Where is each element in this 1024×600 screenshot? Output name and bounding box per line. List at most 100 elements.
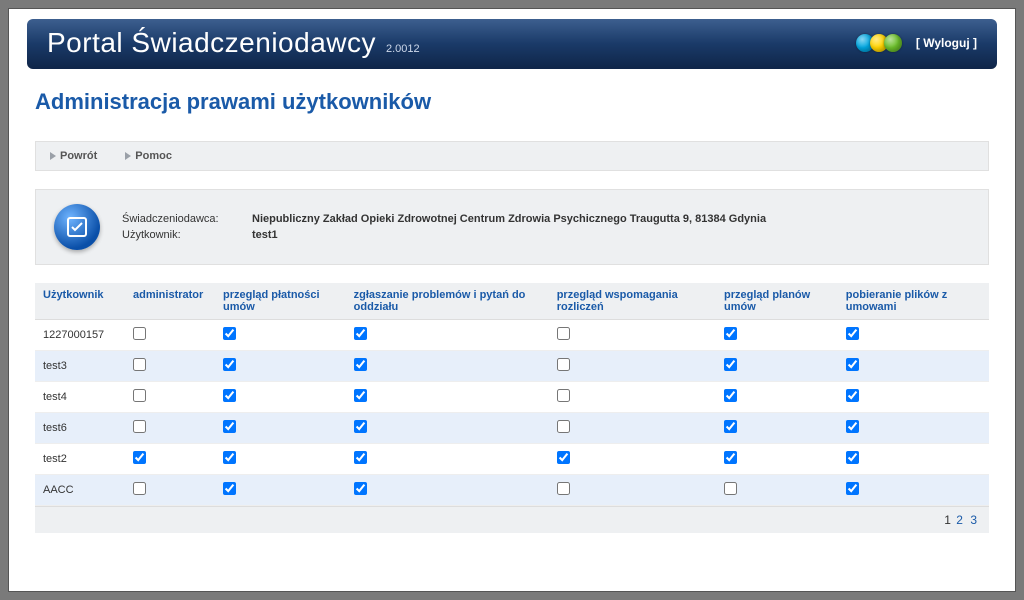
permission-checkbox[interactable]: [354, 482, 367, 495]
table-row: AACC: [35, 475, 989, 506]
user-value: test1: [252, 229, 766, 241]
permission-checkbox[interactable]: [557, 482, 570, 495]
permission-checkbox[interactable]: [223, 451, 236, 464]
cell-check: [838, 320, 989, 351]
permission-checkbox[interactable]: [133, 482, 146, 495]
header-bar: Portal Świadczeniodawcy 2.0012 [ Wyloguj…: [27, 19, 997, 69]
cell-check: [716, 444, 838, 475]
cell-check: [549, 475, 716, 506]
permission-checkbox[interactable]: [724, 482, 737, 495]
pager: 1 2 3: [35, 506, 989, 533]
cell-check: [549, 351, 716, 382]
app-version: 2.0012: [386, 43, 420, 55]
cell-check: [215, 413, 346, 444]
logo-orbs: [860, 34, 902, 52]
permission-checkbox[interactable]: [557, 389, 570, 402]
app-title: Portal Świadczeniodawcy: [47, 27, 376, 59]
cell-check: [125, 320, 215, 351]
table-row: 1227000157: [35, 320, 989, 351]
permission-checkbox[interactable]: [846, 327, 859, 340]
permission-checkbox[interactable]: [724, 389, 737, 402]
cell-check: [215, 351, 346, 382]
permission-checkbox[interactable]: [223, 358, 236, 371]
permission-checkbox[interactable]: [846, 389, 859, 402]
cell-user: AACC: [35, 475, 125, 506]
permission-checkbox[interactable]: [133, 451, 146, 464]
col-header: przegląd planów umów: [716, 283, 838, 320]
permission-checkbox[interactable]: [354, 358, 367, 371]
permission-checkbox[interactable]: [133, 389, 146, 402]
col-header: zgłaszanie problemów i pytań do oddziału: [346, 283, 549, 320]
table-body: 1227000157test3test4test6test2AACC: [35, 320, 989, 506]
cell-check: [125, 475, 215, 506]
table-row: test6: [35, 413, 989, 444]
cell-check: [716, 351, 838, 382]
cell-check: [716, 413, 838, 444]
permission-checkbox[interactable]: [846, 482, 859, 495]
page-link-3[interactable]: 3: [968, 513, 979, 527]
cell-check: [346, 444, 549, 475]
provider-value: Niepubliczny Zakład Opieki Zdrowotnej Ce…: [252, 213, 766, 225]
permission-checkbox[interactable]: [223, 420, 236, 433]
permission-checkbox[interactable]: [133, 327, 146, 340]
info-panel: Świadczeniodawca: Niepubliczny Zakład Op…: [35, 189, 989, 265]
permission-checkbox[interactable]: [846, 451, 859, 464]
permission-checkbox[interactable]: [557, 327, 570, 340]
permission-checkbox[interactable]: [724, 451, 737, 464]
back-link[interactable]: Powrót: [50, 150, 97, 162]
cell-check: [549, 444, 716, 475]
logout-link[interactable]: [ Wyloguj ]: [916, 36, 977, 50]
permission-checkbox[interactable]: [724, 327, 737, 340]
permission-checkbox[interactable]: [223, 482, 236, 495]
cell-check: [838, 351, 989, 382]
cell-check: [125, 382, 215, 413]
provider-label: Świadczeniodawca:: [122, 213, 252, 225]
cell-user: test4: [35, 382, 125, 413]
cell-check: [716, 382, 838, 413]
user-label: Użytkownik:: [122, 229, 252, 241]
cell-check: [215, 444, 346, 475]
table-row: test2: [35, 444, 989, 475]
cell-check: [125, 444, 215, 475]
info-grid: Świadczeniodawca: Niepubliczny Zakład Op…: [122, 213, 766, 241]
permission-checkbox[interactable]: [354, 389, 367, 402]
page-current: 1: [944, 513, 951, 527]
col-header: przegląd płatności umów: [215, 283, 346, 320]
permission-checkbox[interactable]: [354, 327, 367, 340]
permission-checkbox[interactable]: [223, 389, 236, 402]
help-link[interactable]: Pomoc: [125, 150, 172, 162]
page-title: Administracja prawami użytkowników: [35, 89, 989, 115]
cell-check: [838, 444, 989, 475]
cell-check: [346, 351, 549, 382]
page-link-2[interactable]: 2: [954, 513, 965, 527]
permission-checkbox[interactable]: [557, 420, 570, 433]
permission-checkbox[interactable]: [557, 358, 570, 371]
orb-icon: [884, 34, 902, 52]
permission-checkbox[interactable]: [133, 358, 146, 371]
col-header-admin: administrator: [125, 283, 215, 320]
cell-check: [549, 382, 716, 413]
content: Administracja prawami użytkowników Powró…: [27, 69, 997, 533]
cell-user: 1227000157: [35, 320, 125, 351]
cell-check: [838, 413, 989, 444]
cell-check: [549, 320, 716, 351]
permission-checkbox[interactable]: [223, 327, 236, 340]
cell-check: [838, 475, 989, 506]
table-row: test3: [35, 351, 989, 382]
permission-checkbox[interactable]: [846, 358, 859, 371]
cell-check: [125, 351, 215, 382]
cell-check: [346, 382, 549, 413]
permission-checkbox[interactable]: [354, 420, 367, 433]
check-badge-icon: [54, 204, 100, 250]
cell-check: [549, 413, 716, 444]
permission-checkbox[interactable]: [133, 420, 146, 433]
cell-check: [716, 475, 838, 506]
table-header-row: Użytkownik administrator przegląd płatno…: [35, 283, 989, 320]
permission-checkbox[interactable]: [724, 420, 737, 433]
cell-check: [215, 320, 346, 351]
permission-checkbox[interactable]: [724, 358, 737, 371]
permission-checkbox[interactable]: [354, 451, 367, 464]
permission-checkbox[interactable]: [846, 420, 859, 433]
permission-checkbox[interactable]: [557, 451, 570, 464]
cell-check: [215, 475, 346, 506]
